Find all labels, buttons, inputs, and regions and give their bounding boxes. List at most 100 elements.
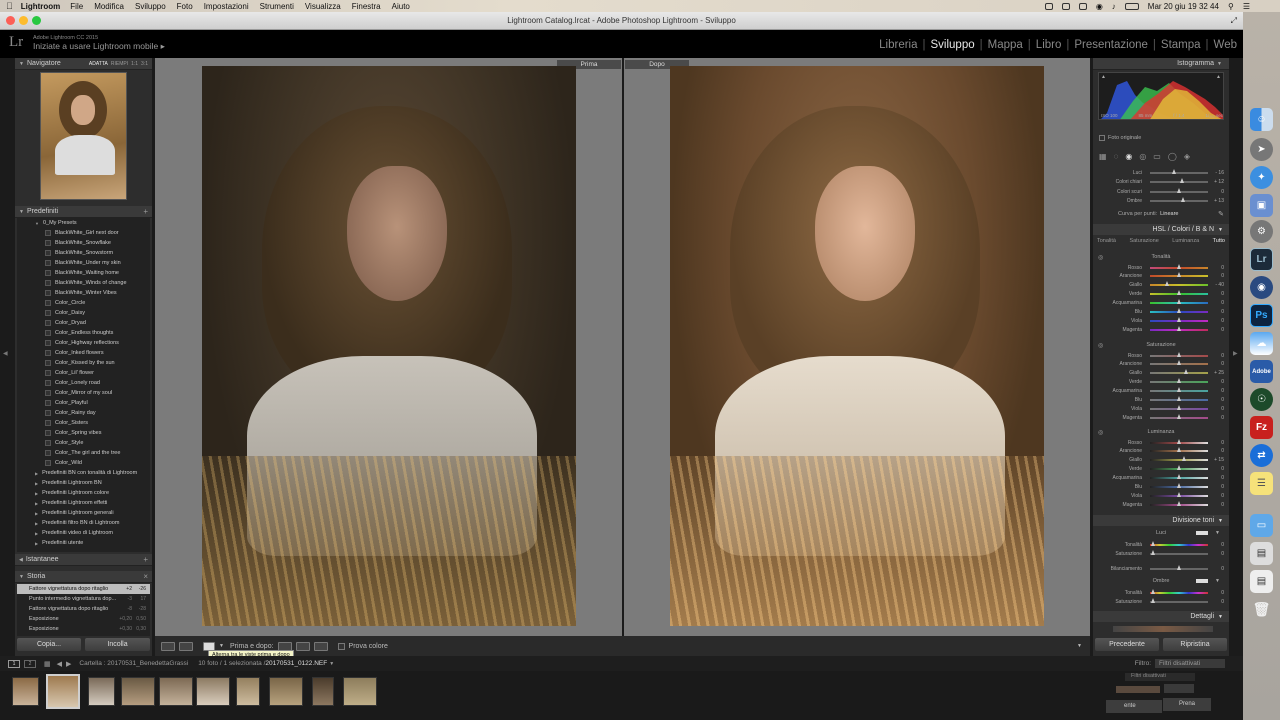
back-arrow-icon[interactable]: ◀ [57,660,62,668]
globe-app-icon[interactable]: ☉ [1250,388,1273,411]
slider-track[interactable] [1150,404,1208,410]
slider-track[interactable] [1150,360,1208,366]
slider-thumb[interactable] [1177,263,1181,269]
saturation-slider[interactable]: Verde 0 [1098,378,1224,387]
navigator-header[interactable]: ▼ Navigatore ADATTA RIEMPI 1:1 3:1 [15,58,152,70]
slider-thumb[interactable] [1177,564,1181,570]
module-sviluppo[interactable]: Sviluppo [926,39,980,51]
fullscreen-icon[interactable]: ⤢ [1231,16,1237,26]
preset-item[interactable]: Color_Style [17,438,150,448]
slider-value[interactable]: 0 [1212,406,1224,412]
color-swatch[interactable] [1196,531,1208,535]
target-adjust-icon[interactable]: ◎ [1098,429,1103,436]
hue-slider[interactable]: Verde 0 [1098,290,1224,299]
slider-track[interactable] [1150,272,1208,278]
monitor-2-button[interactable]: 2 [24,659,36,668]
preset-item[interactable]: BlackWhite_Girl next door [17,228,150,238]
preset-item[interactable]: BlackWhite_Winter Vibes [17,288,150,298]
preset-item[interactable]: BlackWhite_Snowstorm [17,248,150,258]
right-panel-toggle-icon[interactable]: ▶ [1233,350,1238,357]
folder-path[interactable]: Cartella : 20170531_BenedettaGrassi [79,660,188,667]
slider-thumb[interactable] [1177,404,1181,410]
slider-track[interactable] [1150,396,1208,401]
battery-icon[interactable] [1124,2,1139,10]
preset-group[interactable]: ▶ Predefiniti Lightroom BN [17,478,150,488]
slider-track[interactable] [1150,178,1208,183]
history-step[interactable]: Fattore vignettatura dopo ritaglio +2 -26 [17,584,150,594]
slider-thumb[interactable] [1177,272,1181,278]
module-mappa[interactable]: Mappa [983,39,1028,51]
slider-track[interactable] [1150,456,1208,462]
saturation-slider[interactable]: Blu 0 [1098,396,1224,405]
slider-track[interactable] [1150,168,1208,174]
slider-track[interactable] [1150,491,1208,497]
point-curve-row[interactable]: Curva per punti: Lineare ✎ [1098,210,1224,218]
saturation-slider[interactable]: Giallo + 25 [1098,369,1224,378]
status-icon[interactable] [1078,2,1087,10]
slider-value[interactable]: + 13 [1212,198,1224,204]
red-eye-icon[interactable]: ◎ [1139,152,1146,161]
filmstrip-thumb[interactable] [121,677,155,706]
presets-header[interactable]: ▼ Predefiniti + [15,206,152,218]
filmstrip-thumb[interactable] [343,677,377,706]
preset-item[interactable]: Color_The girl and the tree [17,448,150,458]
graduated-filter-icon[interactable]: ▭ [1153,152,1161,161]
trash-icon[interactable]: 🗑 [1250,598,1273,621]
slider-thumb[interactable] [1150,549,1155,555]
slider-value[interactable]: 0 [1212,265,1224,271]
slider-value[interactable]: 0 [1212,309,1224,315]
history-step[interactable]: Esposizione +0,30 0,30 [17,624,150,634]
slider-thumb[interactable] [1165,281,1170,287]
teamviewer-icon[interactable]: ⇄ [1250,444,1273,467]
filmstrip-thumb[interactable] [159,677,193,706]
slider-track[interactable] [1150,387,1208,393]
soft-proof-checkbox[interactable] [337,642,345,650]
luminance-slider[interactable]: Verde 0 [1098,465,1224,474]
preset-group[interactable]: ▶ Predefiniti utente [17,538,150,548]
window-thumbnail-icon[interactable]: ▤ [1250,542,1273,565]
slider-track[interactable] [1150,483,1208,488]
luminance-slider[interactable]: Giallo + 15 [1098,456,1224,465]
slider-thumb[interactable] [1177,387,1181,393]
slider-value[interactable]: 0 [1212,353,1224,359]
preset-group[interactable]: ▶ Predefiniti filtro BN di Lightroom [17,518,150,528]
tone-slider[interactable]: Colori chiari + 12 [1098,178,1224,187]
slider-thumb[interactable] [1177,308,1181,313]
preset-item[interactable]: Color_Inked flowers [17,348,150,358]
dropdown-arrow-icon[interactable]: ▼ [219,643,224,649]
system-preferences-icon[interactable]: ⚙ [1250,220,1273,243]
slider-value[interactable]: 0 [1212,475,1224,481]
slider-thumb[interactable] [1150,588,1155,594]
slider-value[interactable]: 0 [1212,448,1224,454]
slider-value[interactable]: 0 [1212,493,1224,499]
slider-thumb[interactable] [1177,325,1181,331]
hsl-tab-hue[interactable]: Tonalità [1097,238,1116,244]
safari-icon[interactable]: ✦ [1250,166,1273,189]
slider-track[interactable] [1150,465,1208,471]
after-photo[interactable] [670,66,1044,626]
saturation-slider[interactable]: Rosso 0 [1098,351,1224,360]
slider-value[interactable]: + 15 [1212,457,1224,463]
menu-sviluppo[interactable]: Sviluppo [135,2,166,11]
notes-icon[interactable]: ☰ [1250,472,1273,495]
preset-item[interactable]: Color_Circle [17,298,150,308]
preset-group[interactable]: ▶ Predefiniti video di Lightroom [17,528,150,538]
module-libro[interactable]: Libro [1031,39,1067,51]
slider-thumb[interactable] [1177,360,1181,366]
slider-thumb[interactable] [1177,187,1181,193]
filezilla-icon[interactable]: Fz [1250,416,1273,439]
slider-thumb[interactable] [1181,197,1186,202]
original-photo-row[interactable]: Foto originale [1099,135,1141,141]
adobe-app-icon[interactable]: Adobe [1250,360,1273,383]
saturation-slider[interactable]: Arancione 0 [1098,360,1224,369]
finder-icon[interactable]: ☺ [1250,108,1273,131]
preset-item[interactable]: Color_Mirror of my soul [17,388,150,398]
point-curve-value[interactable]: Lineare [1160,211,1178,217]
history-header[interactable]: ▼ Storia × [15,571,152,583]
preset-item[interactable]: Color_Lonely road [17,378,150,388]
preset-item[interactable]: Color_Daisy [17,308,150,318]
preset-item[interactable]: BlackWhite_Snowflake [17,238,150,248]
before-photo[interactable] [202,66,576,626]
slider-thumb[interactable] [1177,351,1181,357]
slider-track[interactable] [1150,549,1208,555]
